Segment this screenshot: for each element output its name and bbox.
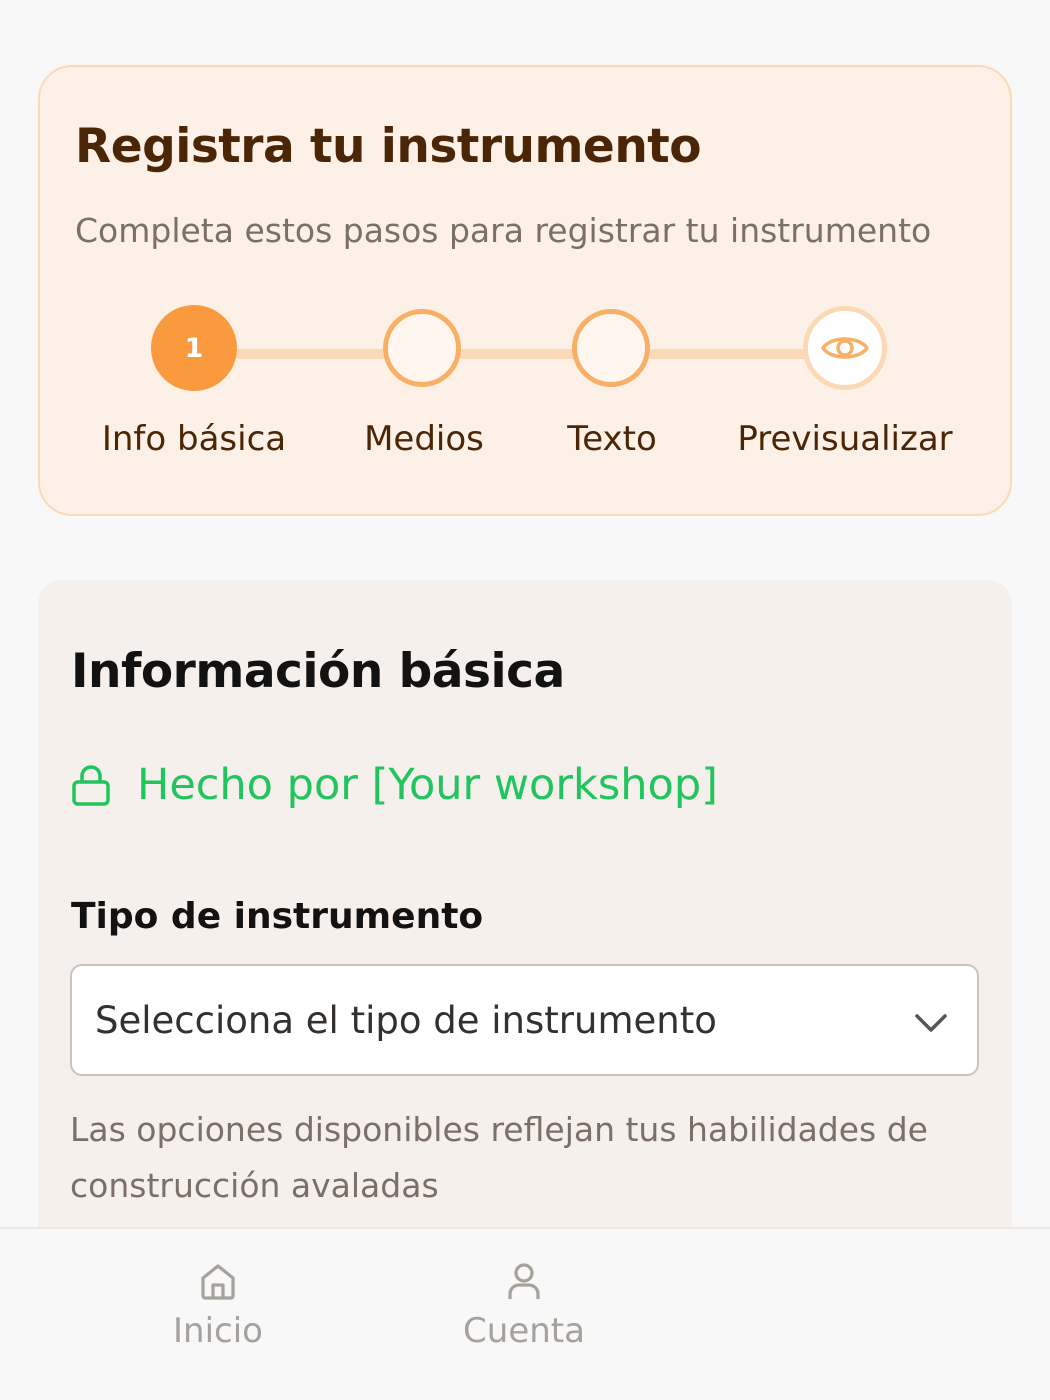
step-3-indicator[interactable] [572,309,650,387]
step-1-indicator[interactable]: 1 [151,305,237,391]
progress-stepper: 1 Info básica Medios Texto Previsualizar [40,67,1014,518]
maker-text: Hecho por [Your workshop] [137,760,718,810]
instrument-type-value: Selecciona el tipo de instrumento [95,998,717,1042]
nav-item-inicio[interactable]: Inicio [118,1259,318,1351]
nav-item-cuenta[interactable]: Cuenta [424,1259,624,1351]
step-connector [650,349,806,359]
register-instrument-page: Registra tu instrumento Completa estos p… [0,0,1050,1400]
step-connector [460,349,576,359]
nav-label: Inicio [173,1311,263,1351]
registration-header-card: Registra tu instrumento Completa estos p… [38,65,1012,516]
step-4-indicator[interactable] [803,306,887,390]
instrument-type-select[interactable]: Selecciona el tipo de instrumento [70,964,979,1076]
eye-icon [821,337,869,359]
nav-label: Cuenta [463,1311,585,1351]
step-label-medios[interactable]: Medios [324,419,524,459]
user-icon [508,1263,540,1299]
step-label-info-basica[interactable]: Info básica [94,419,294,459]
bottom-navigation: Inicio Cuenta [0,1227,1050,1400]
step-label-previsualizar[interactable]: Previsualizar [725,419,965,459]
instrument-type-label: Tipo de instrumento [71,896,484,937]
step-connector [236,349,386,359]
chevron-down-icon [915,1014,947,1032]
maker-attribution: Hecho por [Your workshop] [71,755,718,815]
section-title: Información básica [71,644,565,699]
basic-info-card: Información básica Hecho por [Your works… [38,580,1012,1280]
step-label-texto[interactable]: Texto [512,419,712,459]
step-number: 1 [184,332,204,364]
step-2-indicator[interactable] [383,309,461,387]
lock-icon [72,765,110,806]
instrument-type-help: Las opciones disponibles reflejan tus ha… [70,1110,928,1205]
home-icon [201,1264,235,1300]
